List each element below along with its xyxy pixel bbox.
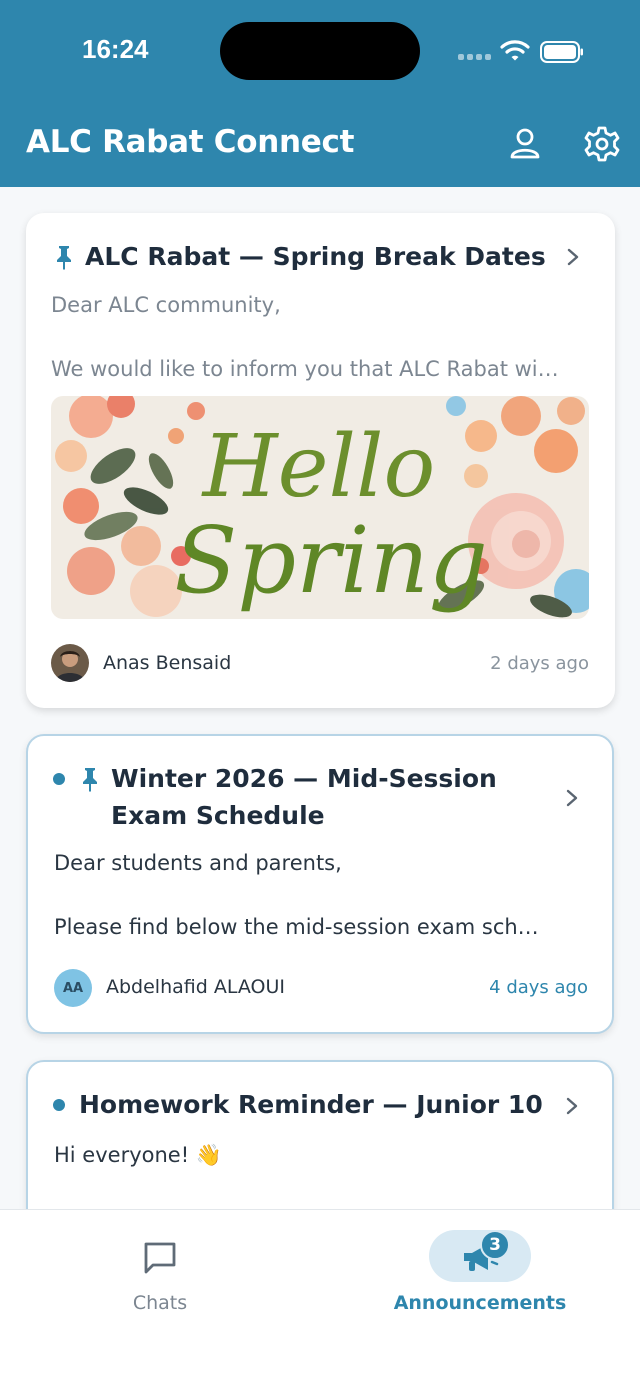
author-name: Anas Bensaid bbox=[103, 652, 232, 674]
hello-spring-image: Hello Spring bbox=[51, 396, 589, 619]
battery-icon bbox=[540, 41, 583, 63]
announcement-preview-line: Dear ALC community, bbox=[51, 293, 281, 317]
card-title-row: Winter 2026 — Mid-Session Exam Schedule bbox=[53, 760, 531, 834]
dynamic-island bbox=[220, 22, 420, 80]
notification-badge: 3 bbox=[480, 1230, 510, 1260]
app-title: ALC Rabat Connect bbox=[26, 124, 355, 160]
person-icon[interactable] bbox=[505, 124, 545, 164]
announcement-title: Winter 2026 — Mid-Session Exam Schedule bbox=[111, 760, 531, 834]
unread-dot bbox=[53, 1099, 65, 1111]
pin-icon bbox=[83, 768, 97, 792]
announcement-title: Homework Reminder — Junior 10 bbox=[79, 1090, 543, 1119]
announcement-card[interactable]: Winter 2026 — Mid-Session Exam Schedule … bbox=[26, 734, 614, 1034]
image-text-hello: Hello bbox=[201, 417, 436, 517]
announcement-preview-line: Dear students and parents, bbox=[54, 851, 342, 875]
announcement-preview-line: Please find below the mid-session exam s… bbox=[54, 915, 539, 939]
tab-announcements[interactable]: 3 Announcements bbox=[320, 1210, 640, 1330]
card-title-row: ALC Rabat — Spring Break Dates bbox=[53, 238, 546, 275]
tab-label: Chats bbox=[132, 1292, 188, 1314]
post-time: 4 days ago bbox=[489, 977, 588, 998]
announcement-title-line: Winter 2026 — Mid-Session bbox=[111, 764, 497, 793]
announcement-title-line: Exam Schedule bbox=[111, 801, 325, 830]
post-time: 2 days ago bbox=[490, 653, 589, 674]
pin-icon bbox=[57, 246, 71, 270]
announcements-feed[interactable]: ALC Rabat — Spring Break Dates Dear ALC … bbox=[0, 187, 640, 1209]
avatar bbox=[51, 644, 89, 682]
bottom-tab-bar: Chats 3 Announcements bbox=[0, 1209, 640, 1391]
announcement-image[interactable]: Hello Spring bbox=[51, 396, 589, 619]
tab-chats[interactable]: Chats bbox=[0, 1210, 320, 1330]
announcement-card[interactable]: Homework Reminder — Junior 10 Hi everyon… bbox=[26, 1060, 614, 1209]
announcement-preview-line: We would like to inform you that ALC Rab… bbox=[51, 357, 559, 381]
app-header: 16:24 ALC Rabat Connect bbox=[0, 0, 640, 187]
unread-dot bbox=[53, 773, 65, 785]
chevron-right-icon bbox=[566, 1097, 578, 1115]
card-title-row: Homework Reminder — Junior 10 bbox=[53, 1086, 543, 1123]
status-time: 16:24 bbox=[82, 34, 149, 64]
announcement-card[interactable]: ALC Rabat — Spring Break Dates Dear ALC … bbox=[26, 213, 615, 708]
author-name: Abdelhafid ALAOUI bbox=[106, 976, 285, 998]
announcement-preview-line: Hi everyone! 👋 bbox=[54, 1143, 222, 1167]
cellular-signal-icon bbox=[458, 54, 492, 62]
chevron-right-icon bbox=[566, 789, 578, 807]
image-text-spring: Spring bbox=[174, 507, 487, 614]
chevron-right-icon bbox=[567, 248, 579, 266]
author-photo bbox=[51, 644, 89, 682]
avatar: AA bbox=[54, 969, 92, 1007]
chat-bubble-icon bbox=[144, 1242, 176, 1274]
wifi-icon bbox=[500, 40, 530, 61]
tab-label: Announcements bbox=[393, 1292, 567, 1314]
announcement-title: ALC Rabat — Spring Break Dates bbox=[85, 242, 546, 271]
gear-icon[interactable] bbox=[582, 124, 622, 164]
